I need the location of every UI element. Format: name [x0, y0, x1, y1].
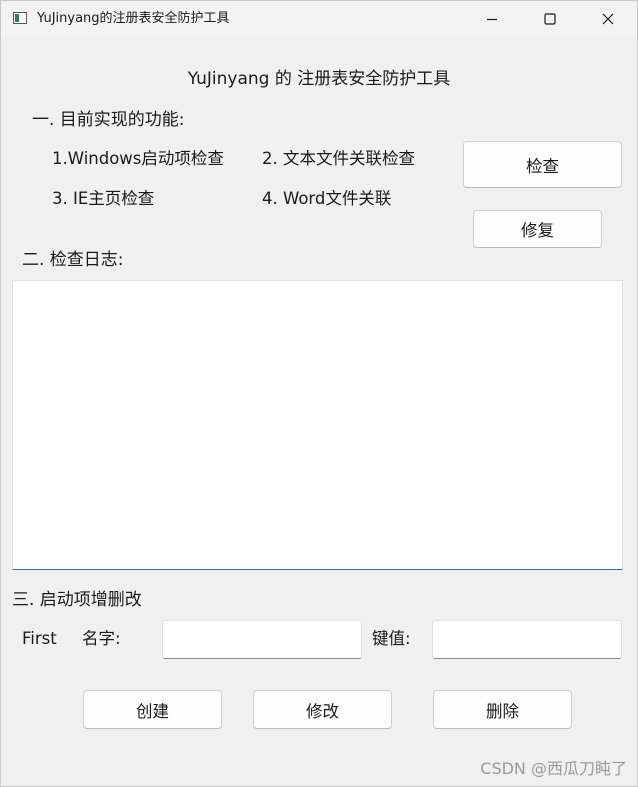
key-value-label: 键值:: [372, 629, 411, 648]
app-window: YuJinyang的注册表安全防护工具 YuJinyang 的 注册表安全防护工…: [0, 0, 638, 787]
minimize-icon: [487, 18, 497, 21]
feature-textfile-assoc-check: 2. 文本文件关联检查: [262, 149, 415, 168]
maximize-icon: [544, 13, 556, 25]
minimize-button[interactable]: [463, 1, 521, 37]
log-textarea[interactable]: [12, 280, 623, 570]
feature-startup-check: 1.Windows启动项检查: [52, 149, 224, 168]
section-log-title: 二. 检查日志:: [22, 250, 124, 270]
title-bar[interactable]: YuJinyang的注册表安全防护工具: [1, 1, 637, 37]
key-value-input[interactable]: [432, 620, 622, 659]
check-button[interactable]: 检查: [463, 141, 622, 188]
close-button[interactable]: [579, 1, 637, 37]
feature-ie-homepage-check: 3. IE主页检查: [52, 189, 155, 208]
create-button[interactable]: 创建: [83, 690, 222, 729]
modify-button[interactable]: 修改: [253, 690, 392, 729]
name-label: 名字:: [82, 629, 121, 648]
section-startup-edit-title: 三. 启动项增删改: [12, 590, 142, 610]
close-icon: [602, 13, 614, 25]
repair-button[interactable]: 修复: [473, 210, 602, 248]
window-title: YuJinyang的注册表安全防护工具: [37, 11, 230, 26]
section-features-title: 一. 目前实现的功能:: [32, 110, 185, 130]
app-window-icon: [13, 12, 27, 24]
page-heading: YuJinyang 的 注册表安全防护工具: [187, 69, 451, 89]
watermark-text: CSDN @西瓜刀盹了: [480, 759, 627, 778]
feature-word-assoc: 4. Word文件关联: [262, 189, 392, 208]
name-input[interactable]: [162, 620, 362, 659]
maximize-button[interactable]: [521, 1, 579, 37]
first-label: First: [22, 629, 57, 648]
delete-button[interactable]: 删除: [433, 690, 572, 729]
